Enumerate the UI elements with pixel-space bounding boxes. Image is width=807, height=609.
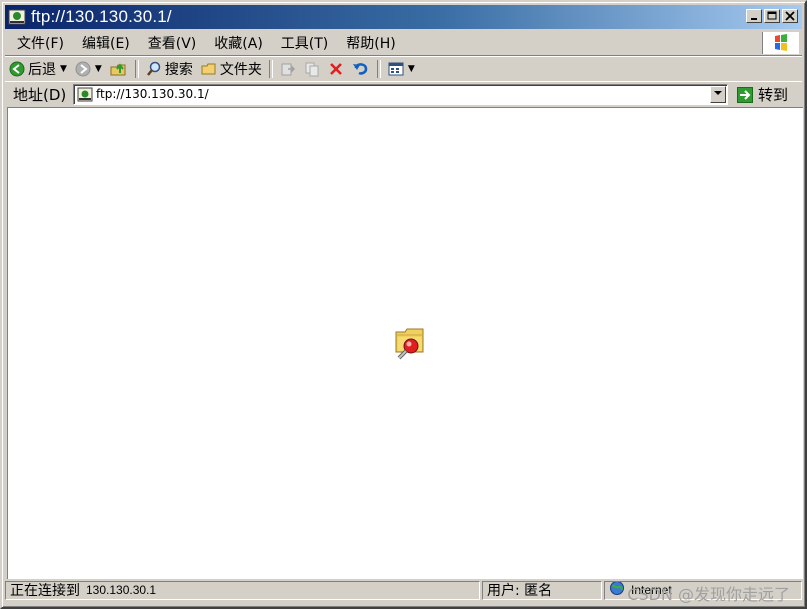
watermark-text: CSDN @发现你走远了: [627, 585, 790, 604]
copy-to-icon: [305, 62, 319, 77]
back-dropdown-icon[interactable]: ▼: [60, 64, 67, 74]
forward-dropdown-icon[interactable]: ▼: [95, 64, 102, 74]
views-dropdown-icon[interactable]: ▼: [408, 64, 415, 74]
maximize-icon: [767, 11, 777, 20]
search-label: 搜索: [164, 62, 193, 78]
forward-arrow-icon: [75, 61, 91, 77]
maximize-button[interactable]: [764, 9, 780, 23]
go-label: 转到: [758, 86, 789, 104]
delete-button[interactable]: [324, 58, 348, 80]
menu-help[interactable]: 帮助(H): [337, 33, 404, 53]
menu-edit[interactable]: 编辑(E): [73, 33, 139, 53]
folders-icon: [201, 63, 216, 75]
status-connecting-label: 正在连接到: [10, 583, 80, 599]
address-combobox[interactable]: [73, 84, 728, 105]
move-to-icon: [281, 63, 295, 76]
explorer-window: ftp://130.130.30.1/ 文件(F) 编辑(E) 查看(V) 收藏…: [0, 0, 807, 609]
status-bar: 正在连接到 130.130.30.1 用户: 匿名 Internet CSDN …: [5, 579, 802, 604]
status-user-label: 用户: 匿名: [487, 583, 553, 599]
go-arrow-icon: [737, 86, 753, 103]
up-button[interactable]: [106, 58, 132, 80]
minimize-button[interactable]: [746, 9, 762, 23]
close-button[interactable]: [782, 9, 798, 23]
chevron-down-icon: [714, 91, 722, 95]
search-icon: [146, 61, 161, 76]
menu-favorites[interactable]: 收藏(A): [205, 33, 272, 53]
delete-icon: [329, 63, 342, 75]
ftp-page-icon: [77, 87, 93, 102]
go-button[interactable]: 转到: [737, 84, 788, 105]
menu-bar: 文件(F) 编辑(E) 查看(V) 收藏(A) 工具(T) 帮助(H): [5, 31, 802, 56]
content-pane[interactable]: [7, 107, 803, 579]
search-button[interactable]: 搜索: [142, 58, 197, 80]
copy-to-button[interactable]: [300, 58, 324, 80]
close-icon: [785, 11, 795, 21]
toolbar-separator: [268, 60, 273, 78]
views-button[interactable]: ▼: [384, 58, 419, 80]
back-arrow-icon: [9, 61, 25, 77]
address-bar: 地址(D) 转到: [5, 81, 802, 107]
folders-button[interactable]: 文件夹: [197, 58, 266, 80]
back-label: 后退: [28, 62, 56, 78]
undo-icon: [352, 63, 368, 75]
toolbar-separator: [376, 60, 381, 78]
address-dropdown-button[interactable]: [710, 86, 726, 103]
folders-label: 文件夹: [219, 62, 262, 78]
caption-buttons: [744, 9, 798, 23]
address-label: 地址(D): [13, 86, 67, 104]
forward-button[interactable]: ▼: [71, 58, 106, 80]
status-connecting-pane: 正在连接到 130.130.30.1: [5, 580, 480, 600]
minimize-icon: [751, 18, 757, 20]
ftp-app-icon: [8, 9, 26, 25]
ftp-connecting-folder-icon: [393, 324, 429, 360]
menu-view[interactable]: 查看(V): [139, 33, 206, 53]
internet-zone-icon: [609, 581, 625, 599]
menu-file[interactable]: 文件(F): [5, 33, 73, 53]
views-icon: [388, 62, 404, 76]
back-button[interactable]: 后退 ▼: [5, 58, 71, 80]
up-folder-icon: [110, 63, 126, 76]
status-connecting-host: 130.130.30.1: [86, 583, 157, 597]
windows-logo-icon: [762, 32, 799, 54]
move-to-button[interactable]: [276, 58, 300, 80]
standard-toolbar: 后退 ▼ ▼ 搜索 文件夹 ▼: [5, 56, 802, 82]
menu-tools[interactable]: 工具(T): [272, 33, 337, 53]
address-input[interactable]: [96, 85, 696, 104]
toolbar-separator: [134, 60, 139, 78]
status-user-pane: 用户: 匿名: [482, 580, 602, 600]
title-bar[interactable]: ftp://130.130.30.1/: [5, 5, 802, 29]
undo-button[interactable]: [348, 58, 374, 80]
window-title: ftp://130.130.30.1/: [31, 7, 172, 26]
